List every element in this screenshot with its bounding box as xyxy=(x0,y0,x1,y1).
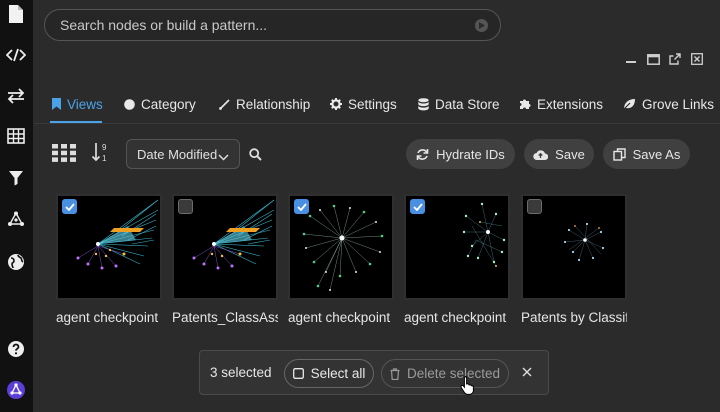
delete-selected-button[interactable]: Delete selected xyxy=(381,359,509,388)
graph-nodes-icon[interactable] xyxy=(5,208,27,230)
close-panel-icon[interactable] xyxy=(690,52,704,66)
hydrate-ids-label: Hydrate IDs xyxy=(436,146,505,162)
gear-icon xyxy=(330,98,342,110)
view-card[interactable]: Patents_ClassAss xyxy=(172,194,278,334)
save-label: Save xyxy=(555,146,585,162)
globe-icon[interactable] xyxy=(5,251,27,273)
card-checkbox[interactable] xyxy=(410,199,425,214)
card-checkbox[interactable] xyxy=(178,199,193,214)
sort-order-icon[interactable]: 91 xyxy=(92,142,110,164)
tab-relationship[interactable]: Relationship xyxy=(219,95,310,113)
search-icon[interactable] xyxy=(248,147,262,161)
sort-dropdown-value: Date Modified xyxy=(137,146,218,162)
save-as-label: Save As xyxy=(632,146,681,162)
line-icon xyxy=(219,98,230,110)
maximize-icon[interactable] xyxy=(646,52,660,66)
hydrate-ids-button[interactable]: Hydrate IDs xyxy=(406,139,515,169)
document-icon[interactable] xyxy=(5,3,27,25)
tab-label: Grove Links xyxy=(642,96,715,112)
selection-bar: 3 selected Select all Delete selected xyxy=(199,350,549,395)
trash-icon xyxy=(390,367,400,380)
delete-selected-label: Delete selected xyxy=(406,366,501,381)
save-as-button[interactable]: Save As xyxy=(603,139,690,169)
tab-category[interactable]: Category xyxy=(124,95,196,113)
code-icon[interactable] xyxy=(5,44,27,66)
tab-divider xyxy=(34,123,720,124)
hand-cursor-icon xyxy=(460,375,476,400)
checkbox-icon xyxy=(292,368,304,379)
card-caption: agent checkpoint xyxy=(404,310,507,325)
tab-label: Views xyxy=(67,96,103,112)
tab-extensions[interactable]: Extensions xyxy=(519,95,603,113)
tab-label: Extensions xyxy=(537,96,604,112)
card-checkbox[interactable] xyxy=(527,199,542,214)
table-icon[interactable] xyxy=(5,125,27,147)
swap-arrows-icon[interactable] xyxy=(5,85,27,107)
selected-count: 3 selected xyxy=(210,365,272,380)
database-icon xyxy=(418,97,429,111)
puzzle-icon xyxy=(519,98,531,110)
bookmark-icon xyxy=(52,98,61,110)
view-card[interactable]: Patents by Classif xyxy=(521,194,627,334)
tab-label: Settings xyxy=(348,96,397,112)
popout-icon[interactable] xyxy=(668,52,682,66)
filter-icon[interactable] xyxy=(5,167,27,189)
help-icon[interactable] xyxy=(5,338,27,360)
tab-label: Relationship xyxy=(236,96,311,112)
sort-dropdown[interactable]: Date Modified xyxy=(126,139,240,169)
cloud-upload-icon xyxy=(533,149,549,160)
card-caption: Patents by Classif xyxy=(521,310,627,325)
copy-icon xyxy=(612,147,626,161)
select-all-label: Select all xyxy=(310,366,366,381)
svg-text:1: 1 xyxy=(102,154,107,163)
card-checkbox[interactable] xyxy=(294,199,309,214)
tab-data-store[interactable]: Data Store xyxy=(418,95,500,113)
tab-label: Category xyxy=(141,96,196,112)
chevron-down-icon xyxy=(218,149,229,164)
grid-view-icon[interactable] xyxy=(52,143,76,163)
app-logo-icon[interactable] xyxy=(5,379,27,401)
svg-text:9: 9 xyxy=(102,143,107,152)
search-bar xyxy=(44,9,501,41)
card-caption: agent checkpoint xyxy=(56,310,159,325)
search-run-icon[interactable] xyxy=(475,19,488,32)
card-checkbox[interactable] xyxy=(62,199,77,214)
refresh-icon xyxy=(416,148,429,161)
minimize-icon[interactable] xyxy=(624,52,638,66)
tab-label: Data Store xyxy=(435,96,500,112)
card-caption: agent checkpoint xyxy=(288,310,391,325)
view-card[interactable]: agent checkpoint xyxy=(404,194,510,334)
save-button[interactable]: Save xyxy=(524,139,594,169)
left-rail xyxy=(0,0,34,412)
select-all-button[interactable]: Select all xyxy=(284,359,374,388)
tab-views[interactable]: Views xyxy=(52,95,103,113)
close-icon[interactable] xyxy=(521,366,533,378)
leaf-icon xyxy=(623,98,636,110)
main-panel: Views Category Relationship Settings Dat… xyxy=(34,0,720,412)
tab-grove-links[interactable]: Grove Links xyxy=(623,95,714,113)
tab-settings[interactable]: Settings xyxy=(330,95,397,113)
search-input[interactable] xyxy=(45,10,500,40)
view-card[interactable]: agent checkpoint xyxy=(56,194,162,334)
view-card[interactable]: agent checkpoint xyxy=(288,194,394,334)
card-caption: Patents_ClassAss xyxy=(172,310,278,325)
circle-icon xyxy=(124,98,135,110)
